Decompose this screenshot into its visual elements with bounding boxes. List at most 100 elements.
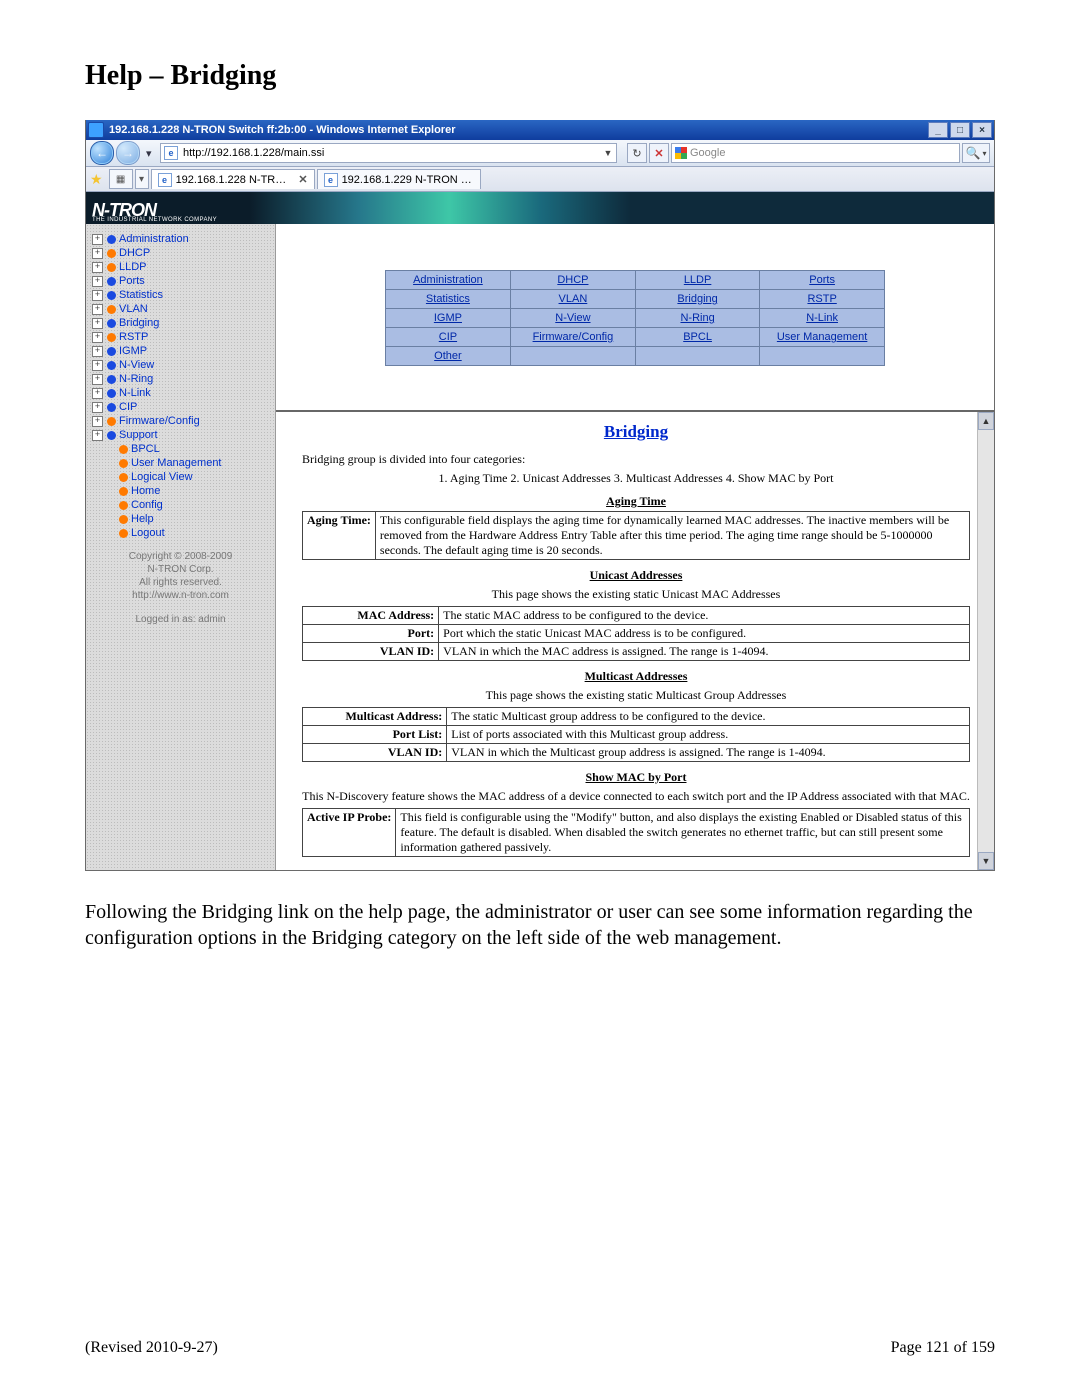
expand-icon[interactable]: + — [92, 332, 103, 343]
minimize-button[interactable]: _ — [928, 122, 948, 138]
help-nav-cell[interactable]: N-Link — [760, 309, 885, 328]
help-link-bpcl[interactable]: BPCL — [683, 331, 712, 343]
help-nav-cell[interactable]: VLAN — [510, 290, 635, 309]
help-nav-cell[interactable]: IGMP — [386, 309, 511, 328]
help-link-statistics[interactable]: Statistics — [426, 293, 470, 305]
help-link-ports[interactable]: Ports — [809, 274, 835, 286]
sidebar-item-bpcl[interactable]: BPCL — [92, 442, 269, 456]
address-bar[interactable]: e ▼ — [160, 143, 617, 163]
sidebar-item-bridging[interactable]: +Bridging — [92, 316, 269, 330]
url-dropdown-icon[interactable]: ▼ — [600, 148, 616, 158]
field-desc: Port which the static Unicast MAC addres… — [439, 625, 970, 643]
help-link-other[interactable]: Other — [434, 350, 462, 362]
expand-icon[interactable]: + — [92, 402, 103, 413]
sidebar-item-n-ring[interactable]: +N-Ring — [92, 372, 269, 386]
help-nav-cell[interactable]: DHCP — [510, 271, 635, 290]
expand-icon[interactable]: + — [92, 290, 103, 301]
help-nav-cell[interactable]: User Management — [760, 328, 885, 347]
help-nav-cell[interactable]: CIP — [386, 328, 511, 347]
sidebar-item-support[interactable]: +Support — [92, 428, 269, 442]
help-link-firmware-config[interactable]: Firmware/Config — [533, 331, 614, 343]
expand-icon[interactable]: + — [92, 262, 103, 273]
help-link-cip[interactable]: CIP — [439, 331, 457, 343]
favorites-icon[interactable]: ★ — [90, 171, 103, 188]
close-button[interactable]: × — [972, 122, 992, 138]
tab-1[interactable]: e 192.168.1.228 N-TRON … ✕ — [151, 169, 315, 189]
expand-icon[interactable]: + — [92, 304, 103, 315]
help-link-dhcp[interactable]: DHCP — [557, 274, 588, 286]
sidebar-item-logout[interactable]: Logout — [92, 526, 269, 540]
search-dropdown-icon[interactable]: ▾ — [982, 149, 986, 158]
help-link-rstp[interactable]: RSTP — [807, 293, 836, 305]
forward-button[interactable]: → — [116, 141, 140, 165]
sidebar-item-lldp[interactable]: +LLDP — [92, 260, 269, 274]
sidebar-item-help[interactable]: Help — [92, 512, 269, 526]
refresh-button[interactable]: ↻ — [627, 143, 647, 163]
search-bar[interactable]: Google — [671, 143, 960, 163]
help-link-n-view[interactable]: N-View — [555, 312, 590, 324]
help-link-n-link[interactable]: N-Link — [806, 312, 838, 324]
sidebar-item-user-management[interactable]: User Management — [92, 456, 269, 470]
expand-icon[interactable]: + — [92, 276, 103, 287]
help-nav-cell[interactable]: Other — [386, 347, 511, 366]
url-input[interactable] — [181, 147, 600, 159]
scroll-up-icon[interactable]: ▲ — [978, 412, 994, 430]
expand-icon[interactable]: + — [92, 374, 103, 385]
sidebar-item-home[interactable]: Home — [92, 484, 269, 498]
field-desc: VLAN in which the MAC address is assigne… — [439, 643, 970, 661]
expand-icon[interactable]: + — [92, 234, 103, 245]
expand-icon[interactable]: + — [92, 430, 103, 441]
expand-icon[interactable]: + — [92, 346, 103, 357]
help-nav-cell[interactable]: N-View — [510, 309, 635, 328]
tabs-dropdown-icon[interactable]: ▾ — [135, 169, 149, 189]
sidebar-item-vlan[interactable]: +VLAN — [92, 302, 269, 316]
search-go-button[interactable]: 🔍 ▾ — [962, 143, 990, 163]
help-nav-cell[interactable]: BPCL — [635, 328, 759, 347]
help-nav-cell[interactable]: Administration — [386, 271, 511, 290]
back-button[interactable]: ← — [90, 141, 114, 165]
vertical-scrollbar[interactable]: ▲ ▼ — [977, 412, 994, 870]
tab-2[interactable]: e 192.168.1.229 N-TRON Swit… — [317, 169, 481, 189]
quick-tabs-button[interactable]: ▦ — [109, 169, 133, 189]
expand-icon[interactable]: + — [92, 388, 103, 399]
sidebar-item-label: Help — [131, 512, 154, 526]
sidebar-item-igmp[interactable]: +IGMP — [92, 344, 269, 358]
help-nav-cell[interactable]: Statistics — [386, 290, 511, 309]
tab-favicon: e — [324, 173, 338, 187]
help-link-administration[interactable]: Administration — [413, 274, 483, 286]
help-nav-cell[interactable]: Ports — [760, 271, 885, 290]
help-link-vlan[interactable]: VLAN — [559, 293, 588, 305]
sidebar-item-config[interactable]: Config — [92, 498, 269, 512]
help-link-bridging[interactable]: Bridging — [677, 293, 717, 305]
sidebar-item-n-link[interactable]: +N-Link — [92, 386, 269, 400]
sidebar-item-administration[interactable]: +Administration — [92, 232, 269, 246]
help-nav-cell[interactable]: Firmware/Config — [510, 328, 635, 347]
help-nav-cell[interactable]: Bridging — [635, 290, 759, 309]
help-nav-cell[interactable]: RSTP — [760, 290, 885, 309]
expand-icon[interactable]: + — [92, 248, 103, 259]
expand-icon[interactable]: + — [92, 416, 103, 427]
sidebar-item-cip[interactable]: +CIP — [92, 400, 269, 414]
help-link-user-management[interactable]: User Management — [777, 331, 868, 343]
expand-icon[interactable]: + — [92, 360, 103, 371]
sidebar-item-statistics[interactable]: +Statistics — [92, 288, 269, 302]
sidebar-item-dhcp[interactable]: +DHCP — [92, 246, 269, 260]
sidebar-item-logical-view[interactable]: Logical View — [92, 470, 269, 484]
page-heading: Help – Bridging — [85, 60, 995, 92]
help-link-igmp[interactable]: IGMP — [434, 312, 462, 324]
sidebar-item-n-view[interactable]: +N-View — [92, 358, 269, 372]
sidebar-item-ports[interactable]: +Ports — [92, 274, 269, 288]
sidebar-item-rstp[interactable]: +RSTP — [92, 330, 269, 344]
help-intro: Bridging group is divided into four cate… — [302, 452, 970, 467]
stop-button[interactable]: ✕ — [649, 143, 669, 163]
help-nav-cell[interactable]: LLDP — [635, 271, 759, 290]
sidebar-item-firmware-config[interactable]: +Firmware/Config — [92, 414, 269, 428]
history-dropdown-icon[interactable]: ▾ — [146, 147, 156, 160]
maximize-button[interactable]: □ — [950, 122, 970, 138]
help-link-n-ring[interactable]: N-Ring — [680, 312, 714, 324]
tab-close-icon[interactable]: ✕ — [298, 173, 307, 186]
help-nav-cell[interactable]: N-Ring — [635, 309, 759, 328]
expand-icon[interactable]: + — [92, 318, 103, 329]
scroll-down-icon[interactable]: ▼ — [978, 852, 994, 870]
help-link-lldp[interactable]: LLDP — [684, 274, 712, 286]
